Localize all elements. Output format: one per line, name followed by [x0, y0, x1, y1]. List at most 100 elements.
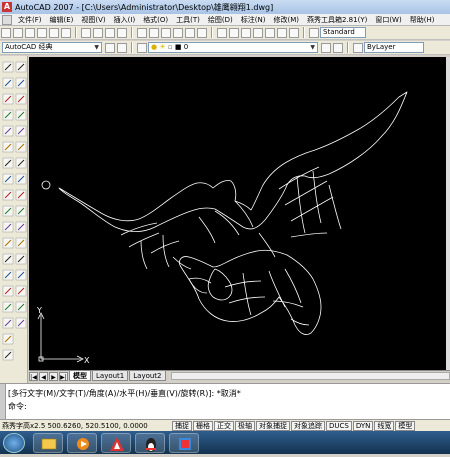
- last-layout-button[interactable]: ▶|: [59, 372, 68, 381]
- dyn-toggle[interactable]: DYN: [353, 421, 374, 431]
- make-object-layer-current-icon[interactable]: [321, 43, 331, 53]
- markup-icon[interactable]: [265, 28, 275, 38]
- save-workspace-icon[interactable]: [117, 43, 127, 53]
- layers-toolbar: AutoCAD 经典 ▼ ● ☀ ▫ ■ 0 ▼ ByLayer: [0, 41, 450, 55]
- help-icon[interactable]: [289, 28, 299, 38]
- menu-bar: 文件(F) 编辑(E) 视图(V) 插入(I) 格式(O) 工具(T) 绘图(D…: [0, 14, 450, 26]
- layer-select[interactable]: ● ☀ ▫ ■ 0 ▼: [148, 42, 318, 53]
- toolbar-separator: [303, 27, 305, 38]
- standard-toolbar: Standard: [0, 26, 450, 40]
- next-layout-button[interactable]: ▶: [49, 372, 58, 381]
- chevron-down-icon: ▼: [94, 43, 99, 52]
- zoom-window-icon[interactable]: [185, 28, 195, 38]
- toolbar-separator: [75, 27, 77, 38]
- taskbar-app[interactable]: [169, 433, 199, 453]
- autocad-icon: [102, 434, 132, 454]
- menu-format[interactable]: 格式(O): [139, 15, 172, 25]
- menu-insert[interactable]: 插入(I): [110, 15, 140, 25]
- command-window[interactable]: [多行文字(M)/文字(T)/角度(A)/水平(H)/垂直(V)/旋转(R)]:…: [0, 383, 450, 419]
- workspace-settings-icon[interactable]: [105, 43, 115, 53]
- tab-layout2[interactable]: Layout2: [129, 371, 165, 381]
- zoom-realtime-icon[interactable]: [173, 28, 183, 38]
- start-button[interactable]: [3, 433, 25, 453]
- ortho-toggle[interactable]: 正交: [214, 421, 234, 431]
- chevron-down-icon: ▼: [310, 43, 315, 52]
- toolbar-separator: [347, 42, 349, 53]
- taskbar-explorer[interactable]: [33, 433, 63, 453]
- taskbar-media-player[interactable]: [67, 433, 97, 453]
- open-icon[interactable]: [13, 28, 23, 38]
- tab-model[interactable]: 模型: [69, 371, 91, 381]
- cut-icon[interactable]: [81, 28, 91, 38]
- menu-tools[interactable]: 工具(T): [172, 15, 204, 25]
- menu-help[interactable]: 帮助(H): [406, 15, 439, 25]
- new-icon[interactable]: [1, 28, 11, 38]
- vertical-scrollbar[interactable]: [446, 57, 450, 370]
- layer-manager-icon[interactable]: [137, 43, 147, 53]
- zoom-previous-icon[interactable]: [197, 28, 207, 38]
- ucs-x-label: X: [84, 356, 90, 365]
- status-bar: 燕秀字高x2.5 500.6260, 520.5100, 0.0000 捕捉 栅…: [0, 419, 450, 431]
- tool-palettes-icon[interactable]: [241, 28, 251, 38]
- menu-window[interactable]: 窗口(W): [371, 15, 405, 25]
- taskbar-autocad[interactable]: [101, 433, 131, 453]
- save-icon[interactable]: [25, 28, 35, 38]
- autocad-app-icon[interactable]: A: [2, 2, 12, 12]
- document-menu-icon[interactable]: [2, 15, 12, 25]
- menu-yanxiu-toolbox[interactable]: 燕秀工具箱2.81(Y): [303, 15, 371, 25]
- tab-layout1[interactable]: Layout1: [92, 371, 128, 381]
- sheet-set-icon[interactable]: [253, 28, 263, 38]
- pan-icon[interactable]: [161, 28, 171, 38]
- taskbar-qq[interactable]: [135, 433, 165, 453]
- match-properties-icon[interactable]: [117, 28, 127, 38]
- title-bar: A AutoCAD 2007 - [C:\Users\Administrator…: [0, 0, 450, 14]
- menu-modify[interactable]: 修改(M): [269, 15, 303, 25]
- workspace-select[interactable]: AutoCAD 经典 ▼: [2, 42, 102, 53]
- text-style-select[interactable]: Standard: [320, 27, 366, 38]
- eagle-lettering-body: [225, 269, 309, 325]
- paste-icon[interactable]: [105, 28, 115, 38]
- model-toggle[interactable]: 模型: [395, 421, 415, 431]
- osnap-toggle[interactable]: 对象捕捉: [256, 421, 290, 431]
- layer-name: 0: [184, 43, 188, 51]
- print-icon[interactable]: [37, 28, 47, 38]
- snap-toggle[interactable]: 捕捉: [172, 421, 192, 431]
- previous-layout-button[interactable]: ◀: [39, 372, 48, 381]
- redo-icon[interactable]: [149, 28, 159, 38]
- eagle-lettering-left: [121, 223, 191, 269]
- calculator-icon[interactable]: [277, 28, 287, 38]
- layer-lock-icon: ▫: [168, 43, 173, 51]
- menu-draw[interactable]: 绘图(D): [204, 15, 237, 25]
- text-style-icon[interactable]: [309, 28, 319, 38]
- menu-edit[interactable]: 编辑(E): [46, 15, 78, 25]
- publish-icon[interactable]: [61, 28, 71, 38]
- command-prompt[interactable]: 命令:: [8, 401, 27, 412]
- layer-color-icon: ■: [175, 43, 182, 51]
- toolbar-separator: [131, 42, 133, 53]
- drawing-canvas[interactable]: Y X: [29, 57, 446, 370]
- modify-toolbar: [16, 62, 26, 328]
- copy-clip-icon[interactable]: [93, 28, 103, 38]
- text-style-value: Standard: [323, 28, 355, 37]
- color-control-icon[interactable]: [353, 43, 363, 53]
- menu-view[interactable]: 视图(V): [77, 15, 109, 25]
- lineweight-toggle[interactable]: 线宽: [374, 421, 394, 431]
- menu-dimension[interactable]: 标注(N): [237, 15, 270, 25]
- qq-penguin-icon: [136, 434, 166, 454]
- ducs-toggle[interactable]: DUCS: [326, 421, 352, 431]
- grid-toggle[interactable]: 栅格: [193, 421, 213, 431]
- menu-file[interactable]: 文件(F): [14, 15, 46, 25]
- command-window-grip[interactable]: [0, 384, 6, 420]
- properties-icon[interactable]: [217, 28, 227, 38]
- layer-previous-icon[interactable]: [333, 43, 343, 53]
- eagle-outline: [59, 92, 407, 232]
- linetype-select[interactable]: ByLayer: [364, 42, 424, 53]
- polar-toggle[interactable]: 极轴: [235, 421, 255, 431]
- plot-preview-icon[interactable]: [49, 28, 59, 38]
- undo-icon[interactable]: [137, 28, 147, 38]
- horizontal-scrollbar[interactable]: [171, 372, 450, 380]
- design-center-icon[interactable]: [229, 28, 239, 38]
- otrack-toggle[interactable]: 对象追踪: [291, 421, 325, 431]
- layer-thaw-icon: ☀: [159, 43, 165, 51]
- first-layout-button[interactable]: |◀: [29, 372, 38, 381]
